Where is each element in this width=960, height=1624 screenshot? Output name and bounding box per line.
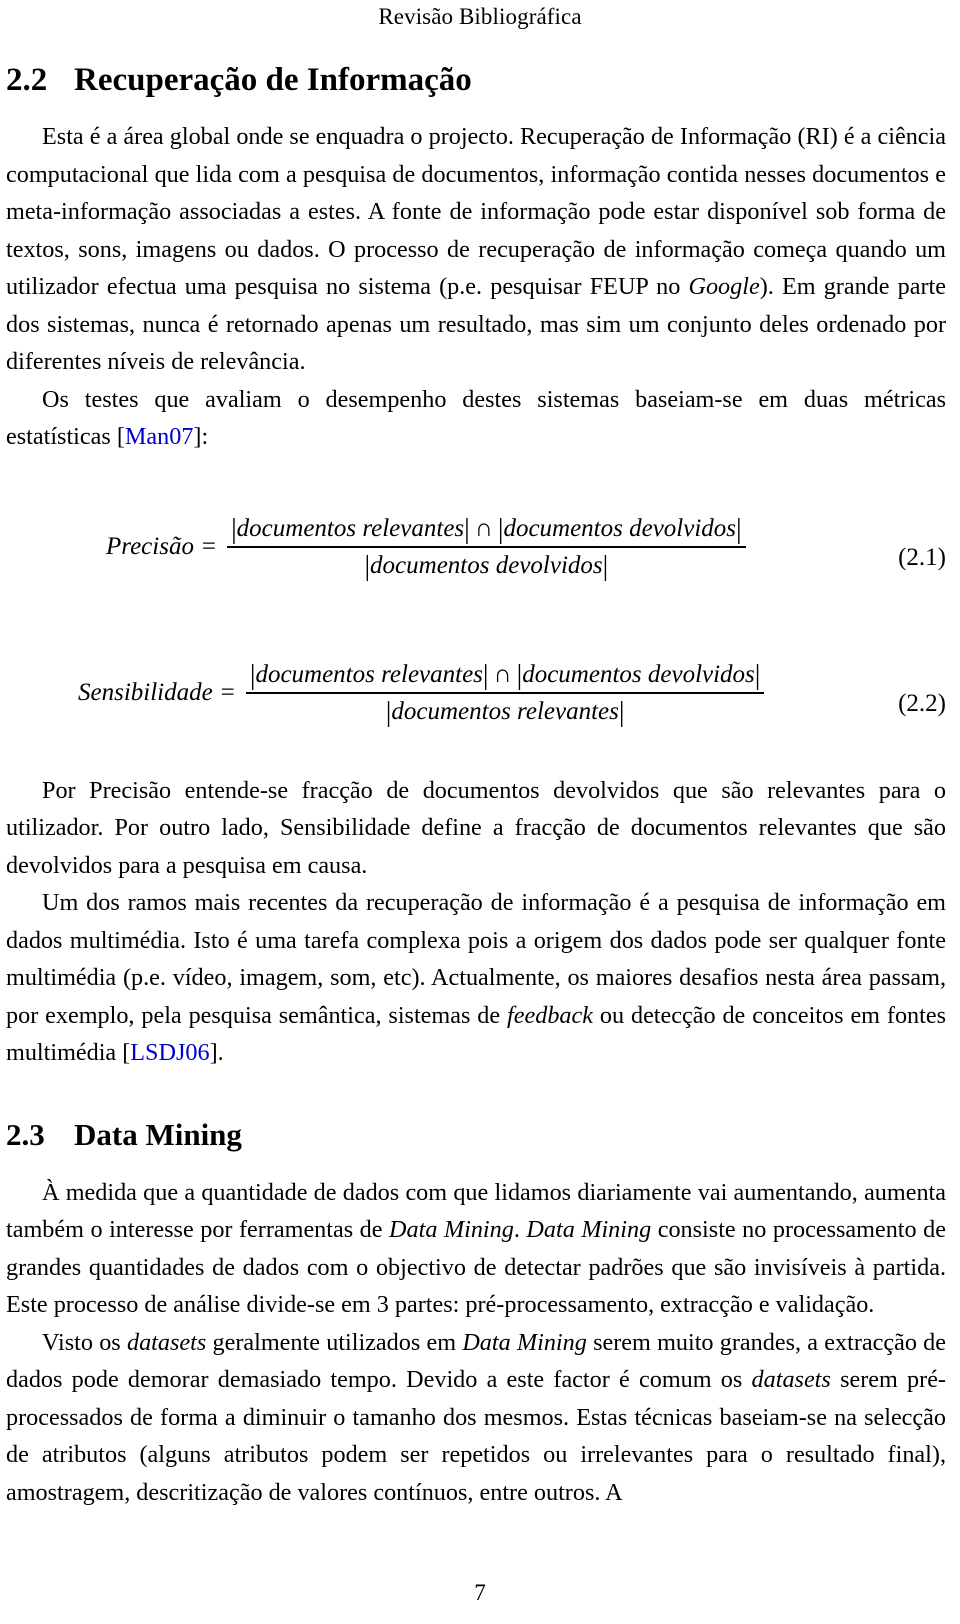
denominator-term-2: documentos relevantes (391, 697, 619, 725)
numerator-right-term-2: documentos devolvidos (522, 660, 755, 688)
abs-bar-close-icon-6: | (618, 696, 625, 728)
intersection-icon-2: ∩ (493, 660, 512, 688)
abs-bar-open-icon-2: | (497, 513, 504, 545)
equation-lhs: Precisão = (106, 532, 218, 560)
paragraph-metrics-intro: Os testes que avaliam o desempenho deste… (6, 381, 946, 456)
equation-2-2: Sensibilidade = |documentos relevantes| ∩… (6, 660, 946, 746)
abs-bar-open-icon-4: | (249, 659, 256, 691)
numerator-right-term: documentos devolvidos (503, 514, 737, 542)
emphasis-feedback: feedback (507, 1001, 593, 1029)
fraction: |documentos relevantes| ∩ |documentos devo… (227, 514, 746, 580)
paragraph-text-sep: . (513, 1216, 527, 1244)
paragraph-multimedia: Um dos ramos mais recentes da recuperaçã… (6, 884, 946, 1072)
abs-bar-close-icon-2: | (736, 513, 742, 545)
section-number-2-3: 2.3 (6, 1116, 45, 1152)
abs-bar-close-icon: | (464, 513, 470, 545)
emphasis-data-mining-3: Data Mining (462, 1328, 587, 1356)
running-header: Revisão Bibliográfica (378, 4, 582, 29)
equation-2-1: Precisão = |documentos relevantes| ∩ |docu… (6, 514, 946, 600)
section-title: Recuperação de Informação (74, 62, 472, 98)
abs-bar-close-icon-5: | (754, 659, 761, 691)
equation-lhs-2: Sensibilidade = (78, 678, 236, 706)
paragraph-data-mining-intro: À medida que a quantidade de dados com q… (6, 1174, 946, 1324)
paragraph-text: Visto os (42, 1328, 127, 1356)
abs-bar-close-icon-4: | (482, 659, 489, 691)
paragraph-text-end: ]. (209, 1039, 224, 1067)
section-title-2-3: Data Mining (74, 1116, 242, 1152)
paragraph-text-cont: ]: (193, 423, 209, 451)
emphasis-data-mining-2: Data Mining (526, 1216, 652, 1244)
intersection-icon: ∩ (474, 514, 493, 542)
paragraph-text-sep: geralmente utilizados em (206, 1328, 463, 1356)
abs-bar-open-icon-6: | (385, 696, 392, 728)
denominator-term: documentos devolvidos (370, 551, 603, 579)
paragraph-datasets: Visto os datasets geralmente utilizados … (6, 1324, 946, 1512)
fraction-numerator: |documentos relevantes| ∩ |documentos devo… (227, 514, 746, 546)
abs-bar-open-icon-5: | (516, 659, 523, 691)
citation-lsdj06[interactable]: LSDJ06 (130, 1039, 209, 1066)
numerator-left-term: documentos relevantes (236, 514, 465, 542)
numerator-left-term-2: documentos relevantes (255, 660, 483, 688)
page-content: 2.2 Recuperação de Informação Esta é a ár… (6, 60, 946, 1511)
emphasis-datasets-2: datasets (751, 1366, 831, 1394)
page-number: 7 (474, 1580, 486, 1605)
citation-man07[interactable]: Man07 (125, 423, 194, 450)
equation-number-2-1: (2.1) (898, 543, 946, 571)
emphasis-data-mining-1: Data Mining (389, 1216, 514, 1244)
fraction-2: |documentos relevantes| ∩ |documentos devo… (245, 660, 765, 728)
section-heading-2-3: 2.3 Data Mining (6, 1116, 946, 1154)
document-page: Revisão Bibliográfica 2.2 Recuperação de … (0, 0, 960, 1624)
abs-bar-open-icon-3: | (364, 550, 371, 582)
abs-bar-close-icon-3: | (602, 550, 609, 582)
paragraph-precision-definition: Por Precisão entende-se fracção de docum… (6, 776, 946, 879)
emphasis-google: Google (688, 273, 760, 301)
section-heading-2-2: 2.2 Recuperação de Informação (6, 60, 946, 100)
emphasis-datasets-1: datasets (126, 1328, 207, 1356)
section-number: 2.2 (6, 62, 48, 98)
fraction-denominator: |documentos devolvidos| (360, 548, 612, 582)
abs-bar-open-icon: | (231, 513, 237, 545)
fraction-denominator-2: |documentos relevantes| (382, 694, 629, 728)
paragraph-intro: Esta é a área global onde se enquadra o … (6, 118, 946, 381)
fraction-numerator-2: |documentos relevantes| ∩ |documentos devo… (246, 660, 765, 692)
equation-number-2-2: (2.2) (898, 689, 946, 717)
